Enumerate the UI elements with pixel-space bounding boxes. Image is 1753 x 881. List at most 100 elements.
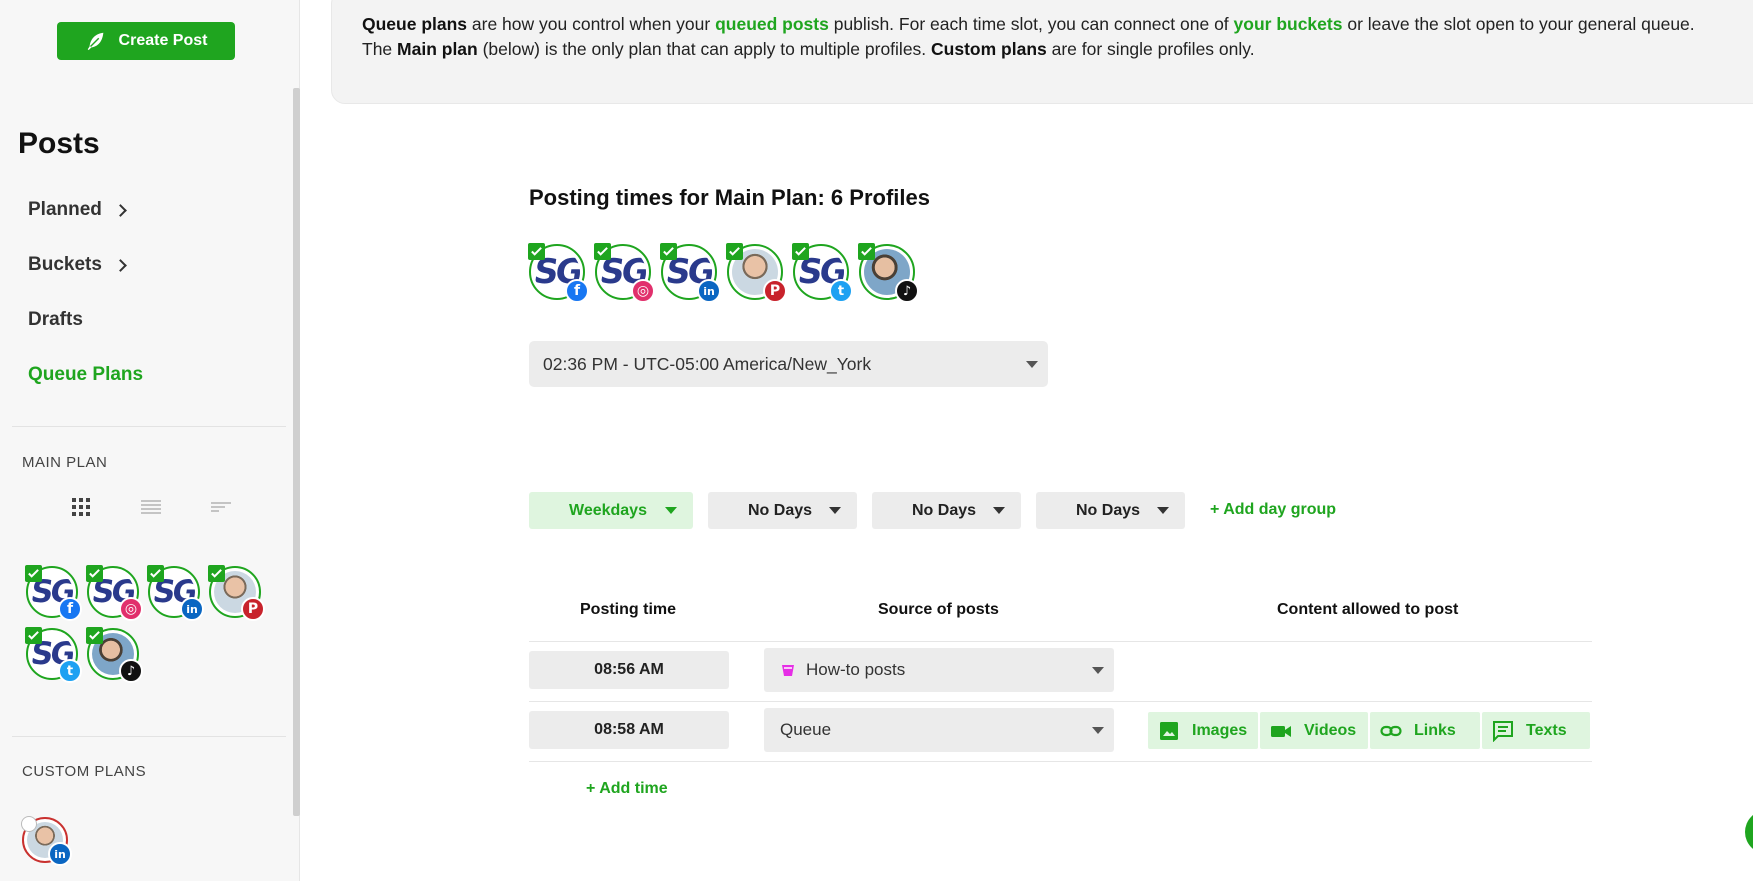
pinterest-icon: P xyxy=(763,279,787,303)
linkedin-icon: in xyxy=(48,842,72,866)
checkbox-checked-icon[interactable] xyxy=(86,565,103,582)
checkbox-checked-icon[interactable] xyxy=(25,565,42,582)
content-type-texts[interactable]: Texts xyxy=(1482,712,1590,749)
caret-down-icon xyxy=(1092,667,1104,674)
divider xyxy=(529,761,1592,762)
profile-avatar-linkedin[interactable]: SG in xyxy=(147,565,204,621)
timezone-select[interactable]: 02:36 PM - UTC-05:00 America/New_York xyxy=(529,341,1048,387)
profile-avatar-tiktok[interactable]: ♪ xyxy=(86,627,143,683)
day-group-label: No Days xyxy=(1076,501,1141,519)
caret-down-icon xyxy=(993,507,1005,514)
create-post-button[interactable]: Create Post xyxy=(57,22,235,60)
day-group-2[interactable]: No Days xyxy=(708,492,857,529)
checkbox-checked-icon[interactable] xyxy=(660,243,677,260)
custom-plans-label: CUSTOM PLANS xyxy=(22,763,147,780)
info-bold: Main plan xyxy=(397,39,478,59)
info-text-span: (below) is the only plan that can apply … xyxy=(477,39,932,59)
add-time-link[interactable]: + Add time xyxy=(586,780,668,798)
content-type-label: Links xyxy=(1414,721,1456,739)
twitter-icon: t xyxy=(58,659,82,683)
checkbox-checked-icon[interactable] xyxy=(528,243,545,260)
info-text-span: are for single profiles only. xyxy=(1046,39,1255,59)
day-group-label: No Days xyxy=(748,501,813,519)
column-content-allowed: Content allowed to post xyxy=(1277,601,1459,618)
create-post-label: Create Post xyxy=(118,32,208,49)
profile-avatar-facebook[interactable]: SG f xyxy=(528,243,589,303)
linkedin-icon: in xyxy=(697,279,721,303)
caret-down-icon xyxy=(829,507,841,514)
profile-avatar-tiktok[interactable]: ♪ xyxy=(858,243,919,303)
checkbox-checked-icon[interactable] xyxy=(208,565,225,582)
text-message-icon xyxy=(1493,720,1513,742)
sidebar-scrollbar[interactable] xyxy=(293,88,300,816)
info-text-span: The xyxy=(362,39,398,59)
divider xyxy=(12,736,286,737)
tiktok-icon: ♪ xyxy=(119,659,143,683)
radio-unchecked-icon[interactable] xyxy=(21,816,37,832)
profile-avatar-pinterest[interactable]: P xyxy=(208,565,265,621)
profile-avatar-pinterest[interactable]: P xyxy=(726,243,787,303)
posting-time-2[interactable]: 08:58 AM xyxy=(529,711,729,749)
sidebar-item-planned[interactable]: Planned xyxy=(28,199,127,221)
profile-avatar-twitter[interactable]: SG t xyxy=(25,627,82,683)
info-text: Queue plans are how you control when you… xyxy=(362,12,1753,62)
content-type-links[interactable]: Links xyxy=(1370,712,1480,749)
link-icon xyxy=(1380,725,1402,736)
video-icon xyxy=(1271,725,1291,737)
posting-times-title: Posting times for Main Plan: 6 Profiles xyxy=(529,185,930,210)
profile-avatar-instagram[interactable]: SG ◎ xyxy=(86,565,143,621)
chevron-right-icon xyxy=(114,258,127,272)
content-type-label: Texts xyxy=(1526,721,1567,739)
day-group-4[interactable]: No Days xyxy=(1036,492,1185,529)
divider xyxy=(12,426,286,427)
profile-avatar-linkedin[interactable]: in xyxy=(21,816,72,866)
checkbox-checked-icon[interactable] xyxy=(86,627,103,644)
chat-widget-button[interactable] xyxy=(1745,810,1753,854)
sidebar-item-buckets[interactable]: Buckets xyxy=(28,254,127,276)
sidebar: Create Post Posts Planned Buckets Drafts… xyxy=(0,0,300,881)
main-plan-label: MAIN PLAN xyxy=(22,454,108,471)
info-text-span: are how you control when your xyxy=(467,14,716,34)
source-select-2[interactable]: Queue xyxy=(764,708,1114,752)
posts-heading: Posts xyxy=(18,127,100,160)
profile-avatar-facebook[interactable]: SG f xyxy=(25,565,82,621)
info-bold: Custom plans xyxy=(931,39,1047,59)
checkbox-checked-icon[interactable] xyxy=(25,627,42,644)
profile-avatar-instagram[interactable]: SG ◎ xyxy=(594,243,655,303)
your-buckets-link[interactable]: your buckets xyxy=(1234,14,1343,34)
day-group-label: No Days xyxy=(912,501,977,519)
day-group-weekdays[interactable]: Weekdays xyxy=(529,492,693,529)
divider xyxy=(529,701,1592,702)
content-type-images[interactable]: Images xyxy=(1148,712,1258,749)
sidebar-item-queue-plans[interactable]: Queue Plans xyxy=(28,364,143,386)
checkbox-checked-icon[interactable] xyxy=(792,243,809,260)
sidebar-item-label: Queue Plans xyxy=(28,364,144,385)
facebook-icon: f xyxy=(58,597,82,621)
content-type-videos[interactable]: Videos xyxy=(1260,712,1368,749)
compact-list-icon[interactable] xyxy=(210,496,232,518)
queued-posts-link[interactable]: queued posts xyxy=(715,14,829,34)
sidebar-item-label: Buckets xyxy=(28,254,102,275)
info-bold: Queue plans xyxy=(362,14,468,34)
list-icon[interactable] xyxy=(140,496,162,518)
grid-icon[interactable] xyxy=(70,496,92,518)
caret-down-icon xyxy=(1026,361,1038,368)
checkbox-checked-icon[interactable] xyxy=(858,243,875,260)
profile-avatar-twitter[interactable]: SG t xyxy=(792,243,853,303)
profile-avatar-linkedin[interactable]: SG in xyxy=(660,243,721,303)
source-select-1[interactable]: How-to posts xyxy=(764,648,1114,692)
content-type-label: Images xyxy=(1192,721,1248,739)
facebook-icon: f xyxy=(565,279,589,303)
add-day-group-link[interactable]: + Add day group xyxy=(1210,501,1336,519)
image-icon xyxy=(1160,721,1178,740)
sidebar-item-drafts[interactable]: Drafts xyxy=(28,309,83,331)
checkbox-checked-icon[interactable] xyxy=(726,243,743,260)
instagram-icon: ◎ xyxy=(631,279,655,303)
day-group-3[interactable]: No Days xyxy=(872,492,1021,529)
posting-time-1[interactable]: 08:56 AM xyxy=(529,651,729,689)
source-value: Queue xyxy=(780,720,832,739)
checkbox-checked-icon[interactable] xyxy=(147,565,164,582)
timezone-value: 02:36 PM - UTC-05:00 America/New_York xyxy=(543,353,872,374)
content-type-label: Videos xyxy=(1304,721,1357,739)
checkbox-checked-icon[interactable] xyxy=(594,243,611,260)
